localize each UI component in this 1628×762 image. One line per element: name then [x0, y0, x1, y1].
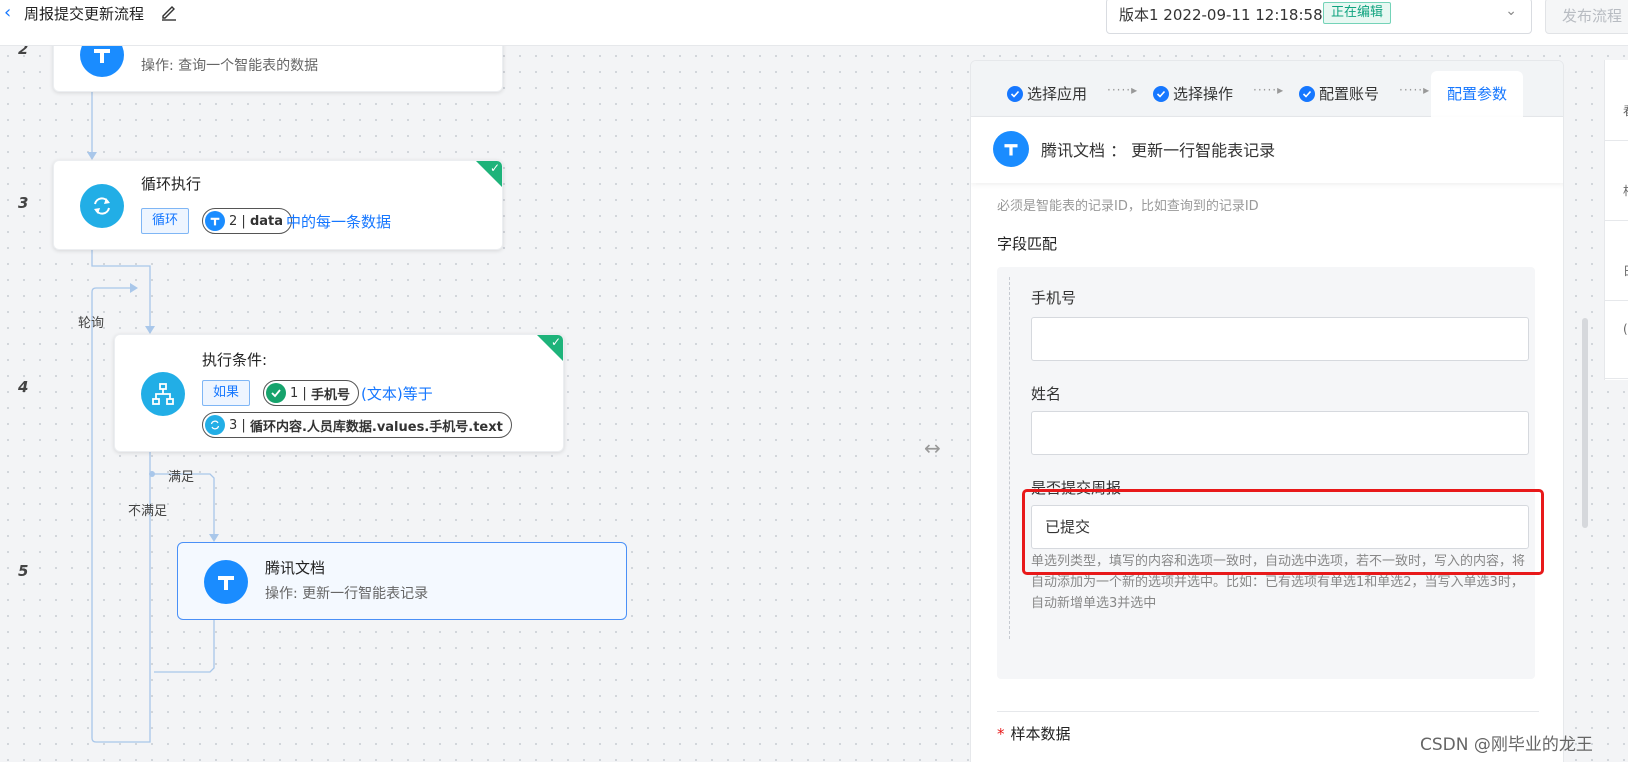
- field-match-box: 手机号 姓名 是否提交周报 已提交 单选列类型，填写的内容和选项一致时，自动选中…: [997, 267, 1535, 679]
- flow-node-condition[interactable]: 执行条件: 如果 1 | 手机号 (文本)等于 3 | 循环内容.人员库数据.v…: [114, 334, 564, 452]
- node-title: 腾讯文档: [265, 559, 326, 577]
- app-operation-title: 腾讯文档 ： 更新一行智能表记录: [1041, 141, 1276, 160]
- check-icon: [266, 383, 286, 403]
- field-match-title: 字段匹配: [997, 235, 1058, 253]
- check-circle-icon: [1153, 85, 1169, 102]
- node-operation: 操作: 更新一行智能表记录: [265, 586, 429, 602]
- config-panel: 选择应用 ·····▸ 选择操作 ·····▸ 配置账号 ·····▸ 配置参数…: [970, 60, 1564, 762]
- step-number: 4: [18, 378, 29, 396]
- step-number: 3: [18, 194, 29, 212]
- steps-bar: 选择应用 ·····▸ 选择操作 ·····▸ 配置账号 ·····▸ 配置参数: [971, 61, 1563, 117]
- pill-prefix: 1 |: [290, 385, 307, 401]
- step-separator: ·····▸: [1399, 83, 1431, 97]
- sample-data-text: 样本数据: [1010, 725, 1071, 743]
- loop-tag: 循环: [141, 208, 190, 234]
- step-number: 5: [18, 562, 29, 580]
- edge-label-not-satisfied: 不满足: [128, 504, 168, 519]
- check-circle-icon: [1299, 85, 1315, 102]
- pill-name: 循环内容.人员库数据.values.手机号.text: [249, 419, 503, 435]
- pill-prefix: 2 |: [229, 213, 246, 229]
- version-label: 版本1 2022-09-11 12:18:58: [1119, 6, 1323, 24]
- step-separator: ·····▸: [1107, 83, 1139, 97]
- node-title: 执行条件:: [202, 351, 268, 369]
- if-tag: 如果: [202, 380, 251, 406]
- variable-pill[interactable]: 3 | 循环内容.人员库数据.values.手机号.text: [202, 412, 512, 438]
- chevron-down-icon: ⌄: [1505, 3, 1517, 19]
- step-config-account[interactable]: 配置账号: [1299, 83, 1379, 104]
- loop-icon: [205, 415, 225, 435]
- side-item[interactable]: 日: [1623, 262, 1628, 279]
- variable-pill[interactable]: 1 | 手机号: [263, 380, 359, 406]
- side-item[interactable]: 相: [1623, 182, 1628, 199]
- field-label-name: 姓名: [1031, 385, 1062, 403]
- condition-operator: (文本)等于: [361, 385, 433, 403]
- chevron-left-icon[interactable]: ‹: [4, 2, 11, 23]
- panel-scrollbar[interactable]: [1582, 318, 1588, 528]
- check-icon: ✓: [489, 161, 500, 175]
- top-bar: ‹ 周报提交更新流程 版本1 2022-09-11 12:18:58 正在编辑 …: [0, 0, 1628, 46]
- app-header: 腾讯文档 ： 更新一行智能表记录: [971, 117, 1563, 183]
- name-field[interactable]: [1031, 411, 1529, 455]
- field-label-phone: 手机号: [1031, 289, 1077, 307]
- step-separator: ·····▸: [1253, 83, 1285, 97]
- watermark: CSDN @刚毕业的龙王: [1420, 735, 1593, 755]
- step-select-operation[interactable]: 选择操作: [1153, 83, 1233, 104]
- flow-node-loop[interactable]: 循环执行 循环 2 | data 中的每一条数据 ✓: [53, 160, 503, 250]
- pencil-icon[interactable]: [160, 3, 178, 25]
- status-badge: 正在编辑: [1323, 2, 1392, 24]
- pill-prefix: 3 |: [229, 417, 246, 433]
- divider: [1605, 220, 1628, 221]
- variable-pill[interactable]: 2 | data: [202, 208, 293, 234]
- record-id-hint: 必须是智能表的记录ID，比如查询到的记录ID: [997, 199, 1259, 214]
- publish-button[interactable]: 发布流程: [1545, 0, 1628, 34]
- step-select-app[interactable]: 选择应用: [1007, 83, 1087, 104]
- flow-node-update[interactable]: 腾讯文档 操作: 更新一行智能表记录: [177, 542, 627, 620]
- loop-icon: [80, 184, 124, 228]
- highlight-box: [1022, 489, 1544, 575]
- node-operation: 操作: 查询一个智能表的数据: [141, 58, 319, 74]
- branch-icon: [141, 372, 185, 416]
- required-mark: *: [997, 725, 1005, 743]
- check-icon: ✓: [550, 335, 561, 349]
- step-label: 配置账号: [1319, 85, 1380, 103]
- flow-title: 周报提交更新流程: [24, 5, 145, 23]
- loop-suffix: 中的每一条数据: [286, 213, 392, 231]
- divider: [1009, 277, 1010, 639]
- phone-field[interactable]: [1031, 317, 1529, 361]
- divider: [997, 711, 1539, 712]
- check-circle-icon: [1007, 85, 1023, 102]
- step-label: 选择应用: [1027, 85, 1088, 103]
- tencent-docs-icon: [993, 131, 1029, 167]
- divider: [1605, 140, 1628, 141]
- pill-name: data: [249, 213, 284, 229]
- side-item[interactable]: (: [1623, 322, 1628, 336]
- divider: [1605, 378, 1628, 379]
- node-title: 循环执行: [141, 175, 202, 193]
- sample-data-label: * 样本数据: [997, 723, 1071, 744]
- resize-horizontal-icon[interactable]: ↔: [924, 436, 941, 460]
- pill-name: 手机号: [310, 387, 350, 403]
- edge-label-poll: 轮询: [78, 316, 105, 331]
- divider: [1605, 300, 1628, 301]
- step-config-params[interactable]: 配置参数: [1431, 71, 1524, 117]
- side-strip: 看 相 日 (: [1604, 60, 1628, 380]
- step-label: 选择操作: [1173, 85, 1234, 103]
- side-item[interactable]: 看: [1623, 102, 1628, 119]
- tencent-docs-icon: [204, 560, 248, 604]
- version-select[interactable]: 版本1 2022-09-11 12:18:58 正在编辑 ⌄: [1106, 0, 1532, 34]
- tencent-docs-icon: [205, 211, 225, 231]
- edge-label-satisfied: 满足: [168, 470, 195, 485]
